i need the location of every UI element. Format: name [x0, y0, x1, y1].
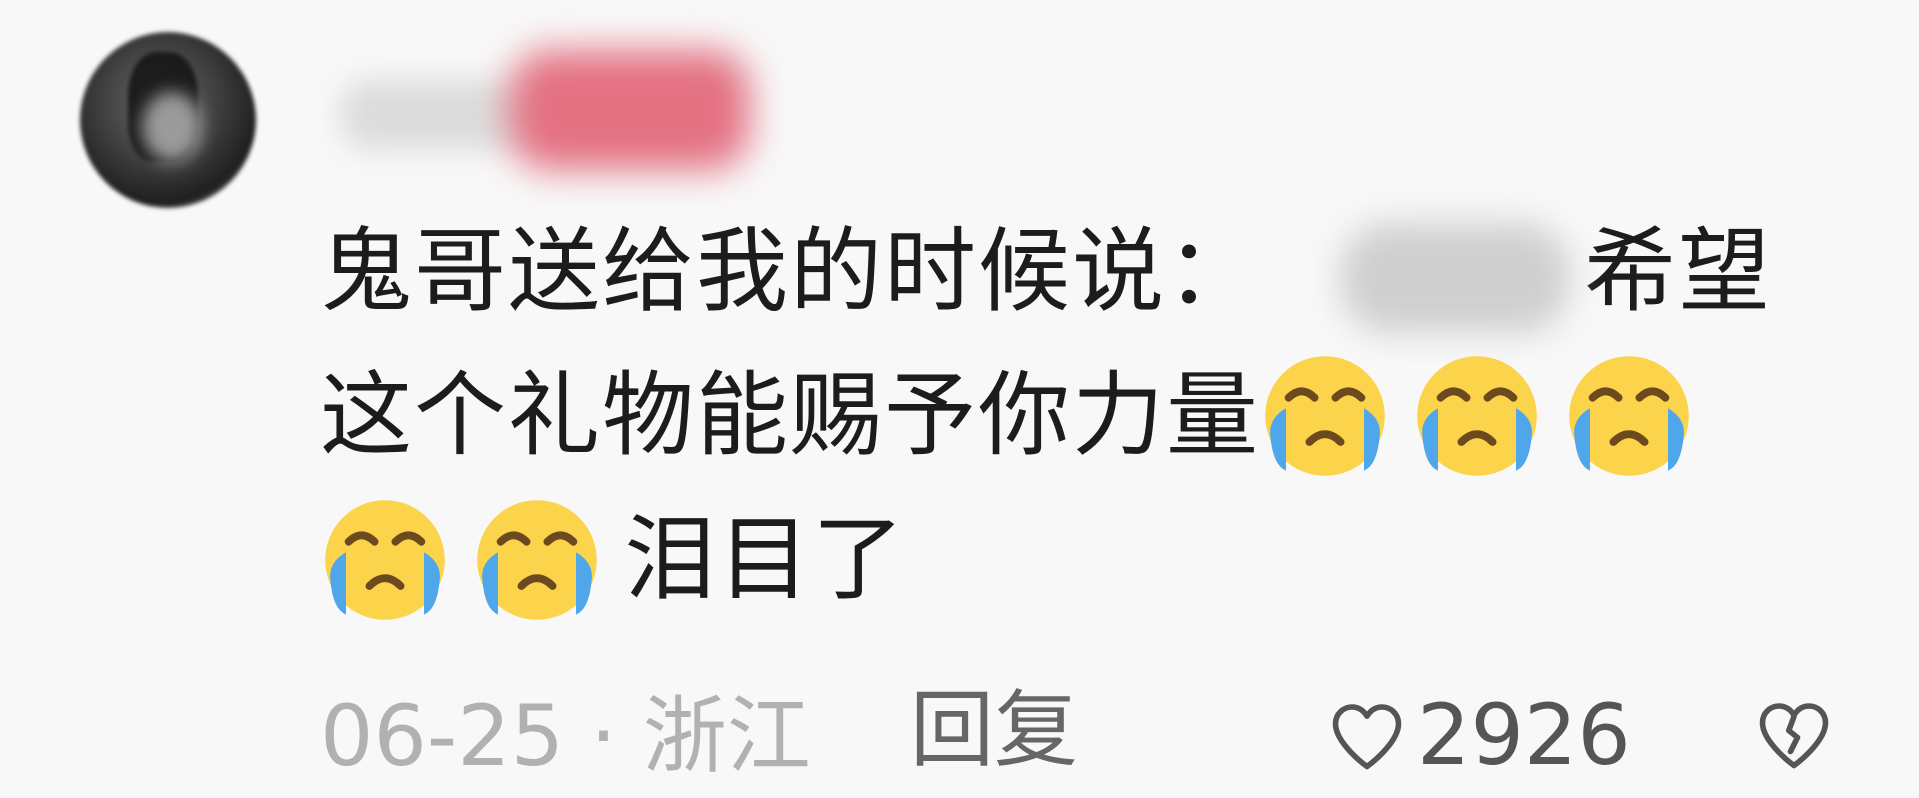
censor-blur — [340, 80, 530, 150]
user-avatar[interactable] — [80, 32, 256, 208]
comment-text-segment: 希望 — [1584, 218, 1773, 325]
comment-date: 06-25 — [320, 687, 565, 786]
comment-text: 鬼哥送给我的时候说： 希望 这个礼物能赐予你力量 泪目了 — [320, 200, 1880, 632]
like-count: 2926 — [1417, 686, 1631, 784]
comment-text-segment: 泪目了 — [624, 506, 907, 613]
comment-line-3: 泪目了 — [320, 488, 1880, 632]
comment-card: 鬼哥送给我的时候说： 希望 这个礼物能赐予你力量 泪目了 06-25 · 浙江 回复 … — [0, 0, 1919, 798]
comment-line-1: 鬼哥送给我的时候说： 希望 — [320, 200, 1880, 344]
meta-separator: · — [590, 687, 617, 786]
censor-blur — [1340, 222, 1571, 333]
censor-blur — [510, 50, 750, 170]
loudly-crying-face-icon — [1417, 355, 1537, 476]
loudly-crying-face-icon — [477, 499, 597, 620]
like-button[interactable]: 2926 — [1325, 690, 1631, 780]
comment-line-2: 这个礼物能赐予你力量 — [320, 344, 1880, 488]
loudly-crying-face-icon — [1265, 355, 1385, 476]
reply-button[interactable]: 回复 — [910, 685, 1078, 775]
comment-location: 浙江 — [642, 687, 811, 786]
loudly-crying-face-icon — [1569, 355, 1689, 476]
username-censored[interactable] — [340, 40, 770, 180]
comment-meta: 06-25 · 浙江 — [320, 685, 811, 781]
comment-text-segment: 这个礼物能赐予你力量 — [320, 362, 1261, 469]
heart-outline-icon — [1332, 704, 1402, 770]
loudly-crying-face-icon — [325, 499, 445, 620]
comment-text-segment: 鬼哥送给我的时候说： — [320, 218, 1261, 325]
broken-heart-icon[interactable] — [1752, 692, 1836, 776]
